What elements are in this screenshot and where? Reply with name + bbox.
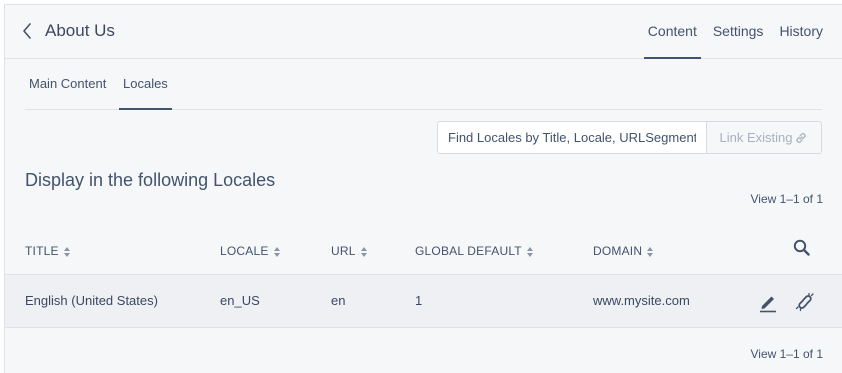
page-frame: About Us Content Settings History Main C… <box>4 4 842 373</box>
unlink-icon <box>795 292 814 312</box>
sort-icon <box>647 246 654 257</box>
column-header-title[interactable]: TITLE <box>25 229 71 274</box>
cell-url: en <box>331 293 346 308</box>
back-button[interactable] <box>19 20 39 42</box>
tab-locales[interactable]: Locales <box>119 58 172 110</box>
link-icon <box>796 132 807 143</box>
table-row[interactable]: English (United States) en_US en 1 www.m… <box>5 275 842 328</box>
table-header: TITLE LOCALE URL GLOBAL DEFAULT DOMAIN <box>5 229 842 275</box>
cell-domain: www.mysite.com <box>593 293 690 308</box>
header-bar: About Us Content Settings History <box>5 5 842 59</box>
link-existing-label: Link Existing <box>719 130 793 145</box>
column-header-label: TITLE <box>25 244 59 258</box>
column-header-label: DOMAIN <box>593 244 643 258</box>
cell-title: English (United States) <box>25 293 158 308</box>
top-tabs: Content Settings History <box>632 5 823 59</box>
column-header-label: GLOBAL DEFAULT <box>415 244 522 258</box>
column-header-label: URL <box>331 244 356 258</box>
search-input[interactable] <box>437 121 706 154</box>
column-header-domain[interactable]: DOMAIN <box>593 229 654 274</box>
pencil-icon <box>760 296 776 313</box>
sort-icon <box>360 246 367 257</box>
pagination-count-top: View 1–1 of 1 <box>750 192 824 206</box>
section-title: Display in the following Locales <box>25 170 276 190</box>
tab-settings[interactable]: Settings <box>713 5 764 58</box>
column-header-global-default[interactable]: GLOBAL DEFAULT <box>415 229 534 274</box>
unlink-button[interactable] <box>794 291 816 313</box>
table-search-button[interactable] <box>792 238 812 258</box>
edit-button[interactable] <box>757 291 779 313</box>
column-header-label: LOCALE <box>220 244 269 258</box>
column-header-locale[interactable]: LOCALE <box>220 229 281 274</box>
cell-locale: en_US <box>220 293 260 308</box>
chevron-left-icon <box>23 23 31 39</box>
link-existing-button[interactable]: Link Existing <box>706 121 822 154</box>
sort-icon <box>273 246 280 257</box>
sub-tabs: Main Content Locales <box>25 58 822 110</box>
search-icon <box>793 239 810 256</box>
tab-main-content[interactable]: Main Content <box>29 58 106 109</box>
tab-content[interactable]: Content <box>643 5 701 59</box>
search-group: Link Existing <box>437 121 822 154</box>
column-header-url[interactable]: URL <box>331 229 368 274</box>
sort-icon <box>63 246 70 257</box>
tab-history[interactable]: History <box>779 5 823 58</box>
cell-global-default: 1 <box>415 293 423 308</box>
pagination-count-bottom: View 1–1 of 1 <box>750 347 824 361</box>
sort-icon <box>526 246 533 257</box>
page-title: About Us <box>45 21 115 40</box>
